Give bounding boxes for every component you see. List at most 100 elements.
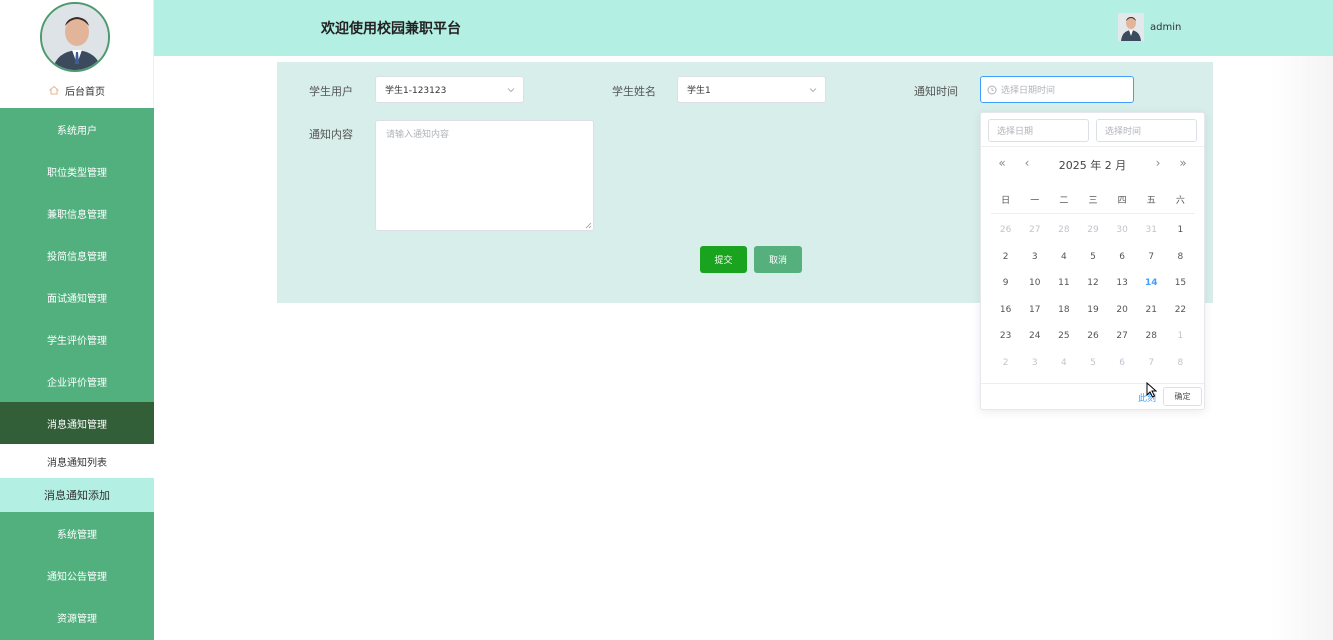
picker-time-placeholder: 选择时间 [1105, 127, 1142, 137]
calendar-day[interactable]: 23 [991, 331, 1020, 341]
sidebar-item-label: 企业评价管理 [47, 377, 107, 389]
calendar-day[interactable]: 17 [1020, 305, 1049, 315]
weekday-label: 五 [1146, 196, 1156, 206]
next-year-icon[interactable]: » [1176, 156, 1190, 170]
calendar-day[interactable]: 4 [1049, 358, 1078, 368]
calendar-day[interactable]: 8 [1166, 252, 1195, 262]
calendar-day[interactable]: 8 [1166, 358, 1195, 368]
calendar-day[interactable]: 13 [1108, 278, 1137, 288]
calendar-day[interactable]: 7 [1137, 358, 1166, 368]
notify-time-input[interactable]: 选择日期时间 [980, 76, 1134, 103]
calendar-day[interactable]: 7 [1137, 252, 1166, 262]
calendar-day[interactable]: 28 [1049, 225, 1078, 235]
calendar-day[interactable]: 3 [1020, 252, 1049, 262]
sidebar-item-label: 通知公告管理 [47, 571, 107, 583]
sidebar-item-label: 投简信息管理 [47, 251, 107, 263]
next-month-icon[interactable]: › [1151, 156, 1165, 170]
calendar-day[interactable]: 25 [1049, 331, 1078, 341]
header-avatar[interactable] [1118, 13, 1144, 41]
sidebar: 后台首页 系统用户 职位类型管理 兼职信息管理 投简信息管理 面试通知管理 学生… [0, 0, 154, 640]
calendar-day[interactable]: 11 [1049, 278, 1078, 288]
header-username[interactable]: admin [1150, 22, 1181, 33]
sidebar-home-link[interactable]: 后台首页 [0, 78, 154, 102]
picker-footer-divider [981, 383, 1204, 384]
calendar-day[interactable]: 2 [991, 252, 1020, 262]
calendar-day[interactable]: 5 [1078, 358, 1107, 368]
sidebar-item-resources[interactable]: 资源管理 [0, 596, 154, 638]
sidebar-item-message-notice[interactable]: 消息通知管理 [0, 402, 154, 444]
sidebar-item-interview-notice[interactable]: 面试通知管理 [0, 276, 154, 318]
calendar-day[interactable]: 29 [1078, 225, 1107, 235]
student-user-value: 学生1-123123 [385, 86, 447, 96]
submenu-item-notice-list[interactable]: 消息通知列表 [0, 444, 154, 478]
calendar-day[interactable]: 26 [991, 225, 1020, 235]
sidebar-item-company-review[interactable]: 企业评价管理 [0, 360, 154, 402]
calendar-week-row: 2345678 [991, 350, 1195, 377]
submit-button[interactable]: 提交 [700, 246, 747, 273]
calendar-day[interactable]: 12 [1078, 278, 1107, 288]
picker-month-title[interactable]: 2025 年 2 月 [981, 157, 1204, 173]
submenu-item-label: 消息通知列表 [47, 457, 107, 469]
content-textarea[interactable]: 请输入通知内容 [375, 120, 594, 231]
calendar-day[interactable]: 20 [1108, 305, 1137, 315]
sidebar-item-parttime-info[interactable]: 兼职信息管理 [0, 192, 154, 234]
calendar-day[interactable]: 27 [1020, 225, 1049, 235]
calendar-day[interactable]: 27 [1108, 331, 1137, 341]
clock-icon [987, 85, 997, 95]
student-name-select[interactable]: 学生1 [677, 76, 826, 103]
calendar-week-row: 2345678 [991, 244, 1195, 271]
calendar-day[interactable]: 18 [1049, 305, 1078, 315]
submenu-item-label: 消息通知添加 [44, 489, 110, 502]
calendar-day[interactable]: 4 [1049, 252, 1078, 262]
calendar-day[interactable]: 3 [1020, 358, 1049, 368]
sidebar-item-system-manage[interactable]: 系统管理 [0, 512, 154, 554]
calendar-day[interactable]: 1 [1166, 225, 1195, 235]
cancel-button[interactable]: 取消 [754, 246, 802, 273]
weekday-label: 三 [1088, 196, 1098, 206]
calendar-day[interactable]: 9 [991, 278, 1020, 288]
sidebar-item-system-users[interactable]: 系统用户 [0, 108, 154, 150]
calendar-day-today[interactable]: 14 [1137, 278, 1166, 288]
sidebar-item-resume-info[interactable]: 投简信息管理 [0, 234, 154, 276]
calendar-day[interactable]: 31 [1137, 225, 1166, 235]
chevron-down-icon [809, 88, 817, 93]
calendar-day[interactable]: 2 [991, 358, 1020, 368]
confirm-button[interactable]: 确定 [1163, 387, 1202, 406]
calendar-day[interactable]: 16 [991, 305, 1020, 315]
sidebar-item-announcement[interactable]: 通知公告管理 [0, 554, 154, 596]
picker-divider [981, 146, 1204, 147]
avatar [40, 2, 110, 72]
calendar-day[interactable]: 1 [1166, 331, 1195, 341]
calendar-week-row: 9 10 11 12 13 14 15 [991, 270, 1195, 297]
weekday-label: 一 [1030, 196, 1040, 206]
student-name-label: 学生姓名 [612, 85, 656, 98]
calendar-day[interactable]: 19 [1078, 305, 1107, 315]
calendar-day[interactable]: 26 [1078, 331, 1107, 341]
chevron-down-icon [507, 88, 515, 93]
notify-time-label: 通知时间 [914, 85, 958, 98]
sidebar-item-label: 学生评价管理 [47, 335, 107, 347]
weekday-header: 日一二三四五六 [991, 193, 1195, 206]
calendar-day[interactable]: 10 [1020, 278, 1049, 288]
sidebar-item-student-review[interactable]: 学生评价管理 [0, 318, 154, 360]
calendar-day[interactable]: 21 [1137, 305, 1166, 315]
student-user-select[interactable]: 学生1-123123 [375, 76, 524, 103]
edge-shade [1270, 56, 1333, 640]
sidebar-item-label: 系统管理 [57, 529, 97, 541]
calendar-day[interactable]: 6 [1108, 252, 1137, 262]
submenu-item-notice-add[interactable]: 消息通知添加 [0, 478, 154, 512]
calendar-day[interactable]: 22 [1166, 305, 1195, 315]
sidebar-item-label: 兼职信息管理 [47, 209, 107, 221]
calendar-day[interactable]: 24 [1020, 331, 1049, 341]
calendar-day[interactable]: 15 [1166, 278, 1195, 288]
calendar-day[interactable]: 30 [1108, 225, 1137, 235]
calendar-day[interactable]: 28 [1137, 331, 1166, 341]
calendar-day[interactable]: 6 [1108, 358, 1137, 368]
resize-grip-icon[interactable] [585, 222, 592, 229]
calendar-week-row: 23 24 25 26 27 28 1 [991, 323, 1195, 350]
sidebar-item-job-types[interactable]: 职位类型管理 [0, 150, 154, 192]
picker-date-input[interactable]: 选择日期 [988, 119, 1089, 142]
calendar-day[interactable]: 5 [1078, 252, 1107, 262]
picker-time-input[interactable]: 选择时间 [1096, 119, 1197, 142]
student-user-label: 学生用户 [309, 85, 353, 98]
